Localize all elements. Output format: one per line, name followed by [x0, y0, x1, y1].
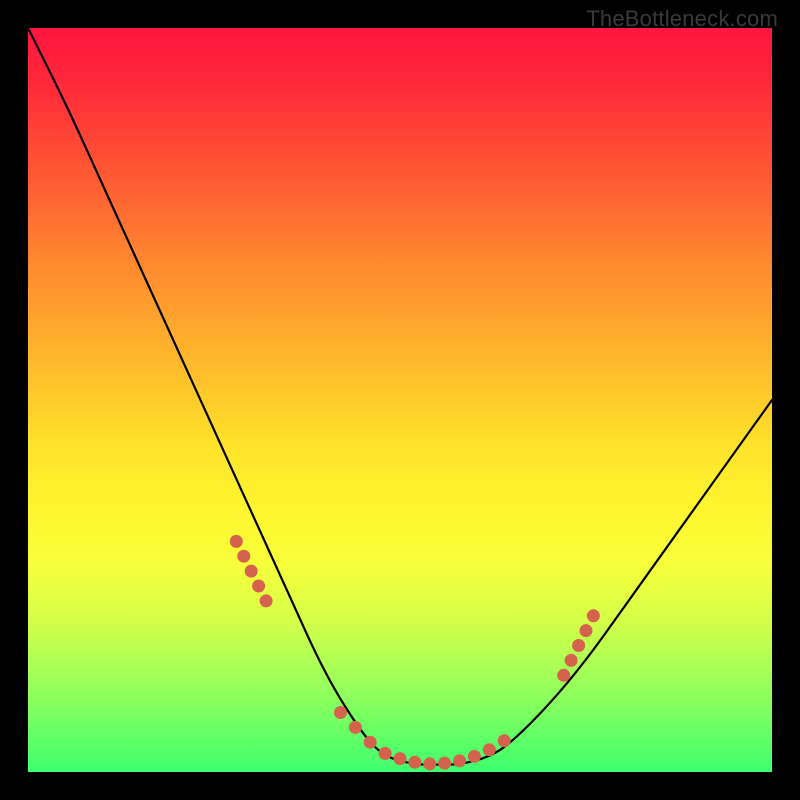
highlight-dot — [349, 721, 362, 734]
highlight-dot — [245, 565, 258, 578]
highlight-dot — [483, 743, 496, 756]
highlight-dot — [364, 736, 377, 749]
highlight-dot — [379, 747, 392, 760]
outer-frame: TheBottleneck.com — [0, 0, 800, 800]
highlight-dots-group — [230, 535, 600, 770]
highlight-dot — [580, 624, 593, 637]
highlight-dot — [468, 750, 481, 763]
highlight-dot — [572, 639, 585, 652]
highlight-dot — [394, 752, 407, 765]
highlight-dot — [230, 535, 243, 548]
highlight-dot — [565, 654, 578, 667]
chart-plot-area — [28, 28, 772, 772]
highlight-dot — [334, 706, 347, 719]
highlight-dot — [557, 669, 570, 682]
highlight-dot — [438, 757, 451, 770]
highlight-dot — [498, 734, 511, 747]
highlight-dot — [237, 550, 250, 563]
highlight-dot — [587, 609, 600, 622]
highlight-dot — [252, 580, 265, 593]
highlight-dot — [423, 757, 436, 770]
chart-svg — [28, 28, 772, 772]
bottleneck-curve-line — [28, 28, 772, 765]
highlight-dot — [453, 754, 466, 767]
highlight-dot — [260, 594, 273, 607]
highlight-dot — [408, 756, 421, 769]
